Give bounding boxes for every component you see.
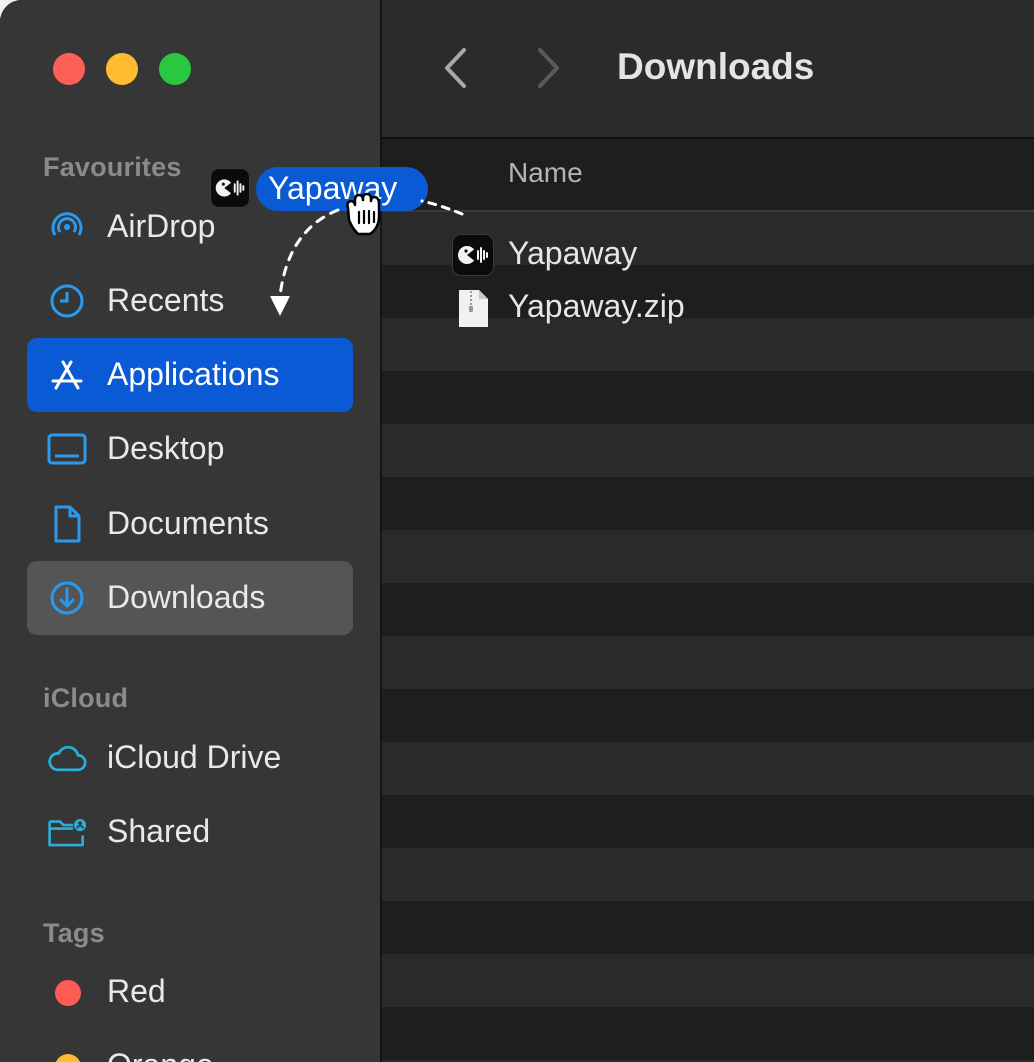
chevron-left-icon xyxy=(445,48,466,88)
sidebar-item-applications[interactable]: Applications xyxy=(27,338,353,412)
finder-window: Favourites AirDrop Recents Applications … xyxy=(0,0,1034,1062)
dragged-app-icon xyxy=(210,168,252,208)
section-label-icloud: iCloud xyxy=(43,683,129,713)
sidebar-item-label: Desktop xyxy=(107,430,225,466)
sidebar-item-label: iCloud Drive xyxy=(107,739,282,775)
sidebar-item-icloud-drive[interactable]: iCloud Drive xyxy=(27,721,353,795)
file-list-rows xyxy=(382,212,1034,1062)
file-list: Name Yapaway Yapaway.zip xyxy=(382,139,1034,1062)
file-row-yapaway-zip[interactable]: Yapaway.zip xyxy=(382,280,1034,333)
forward-button[interactable] xyxy=(534,46,564,90)
sidebar-item-recents[interactable]: Recents xyxy=(27,264,353,338)
desktop-icon xyxy=(47,431,87,467)
sidebar-item-label: AirDrop xyxy=(107,208,216,244)
section-label-tags: Tags xyxy=(43,918,105,948)
download-icon xyxy=(47,580,87,616)
close-window-button[interactable] xyxy=(53,53,85,85)
file-row-yapaway[interactable]: Yapaway xyxy=(382,227,1034,280)
sidebar-item-label: Shared xyxy=(107,813,211,849)
file-name: Yapaway.zip xyxy=(508,288,685,324)
sidebar-item-downloads[interactable]: Downloads xyxy=(27,561,353,635)
sidebar-item-label: Downloads xyxy=(107,579,266,615)
sidebar: Favourites AirDrop Recents Applications … xyxy=(0,0,382,1062)
back-button[interactable] xyxy=(440,46,470,90)
shared-folder-icon xyxy=(47,814,87,850)
sidebar-item-label: Applications xyxy=(107,356,280,392)
app-icon xyxy=(452,234,494,276)
minimize-window-button[interactable] xyxy=(106,53,138,85)
sidebar-item-shared[interactable]: Shared xyxy=(27,795,353,869)
orange-tag-dot-icon xyxy=(55,1054,81,1062)
sidebar-item-label: Red xyxy=(107,973,166,1009)
sidebar-item-label: Documents xyxy=(107,505,269,541)
chevron-right-icon xyxy=(538,48,559,88)
column-header-name[interactable]: Name xyxy=(508,157,583,189)
window-title: Downloads xyxy=(617,46,815,87)
cloud-icon xyxy=(47,740,87,776)
sidebar-item-documents[interactable]: Documents xyxy=(27,487,353,561)
sidebar-item-tag-orange[interactable]: Orange xyxy=(27,1029,353,1062)
toolbar: Downloads xyxy=(382,0,1034,139)
sidebar-item-tag-red[interactable]: Red xyxy=(27,955,353,1029)
red-tag-dot-icon xyxy=(55,980,81,1006)
sidebar-item-label: Orange xyxy=(107,1047,214,1062)
sidebar-item-desktop[interactable]: Desktop xyxy=(27,412,353,486)
sidebar-item-label: Recents xyxy=(107,282,225,318)
section-label-favourites: Favourites xyxy=(43,152,182,182)
zoom-window-button[interactable] xyxy=(159,53,191,85)
airdrop-icon xyxy=(47,209,87,245)
document-icon xyxy=(47,505,87,543)
grab-hand-icon xyxy=(338,190,390,240)
zip-file-icon xyxy=(452,287,494,329)
column-header: Name xyxy=(382,139,1034,212)
clock-icon xyxy=(47,283,87,319)
applications-icon xyxy=(47,357,87,393)
file-name: Yapaway xyxy=(508,235,638,271)
